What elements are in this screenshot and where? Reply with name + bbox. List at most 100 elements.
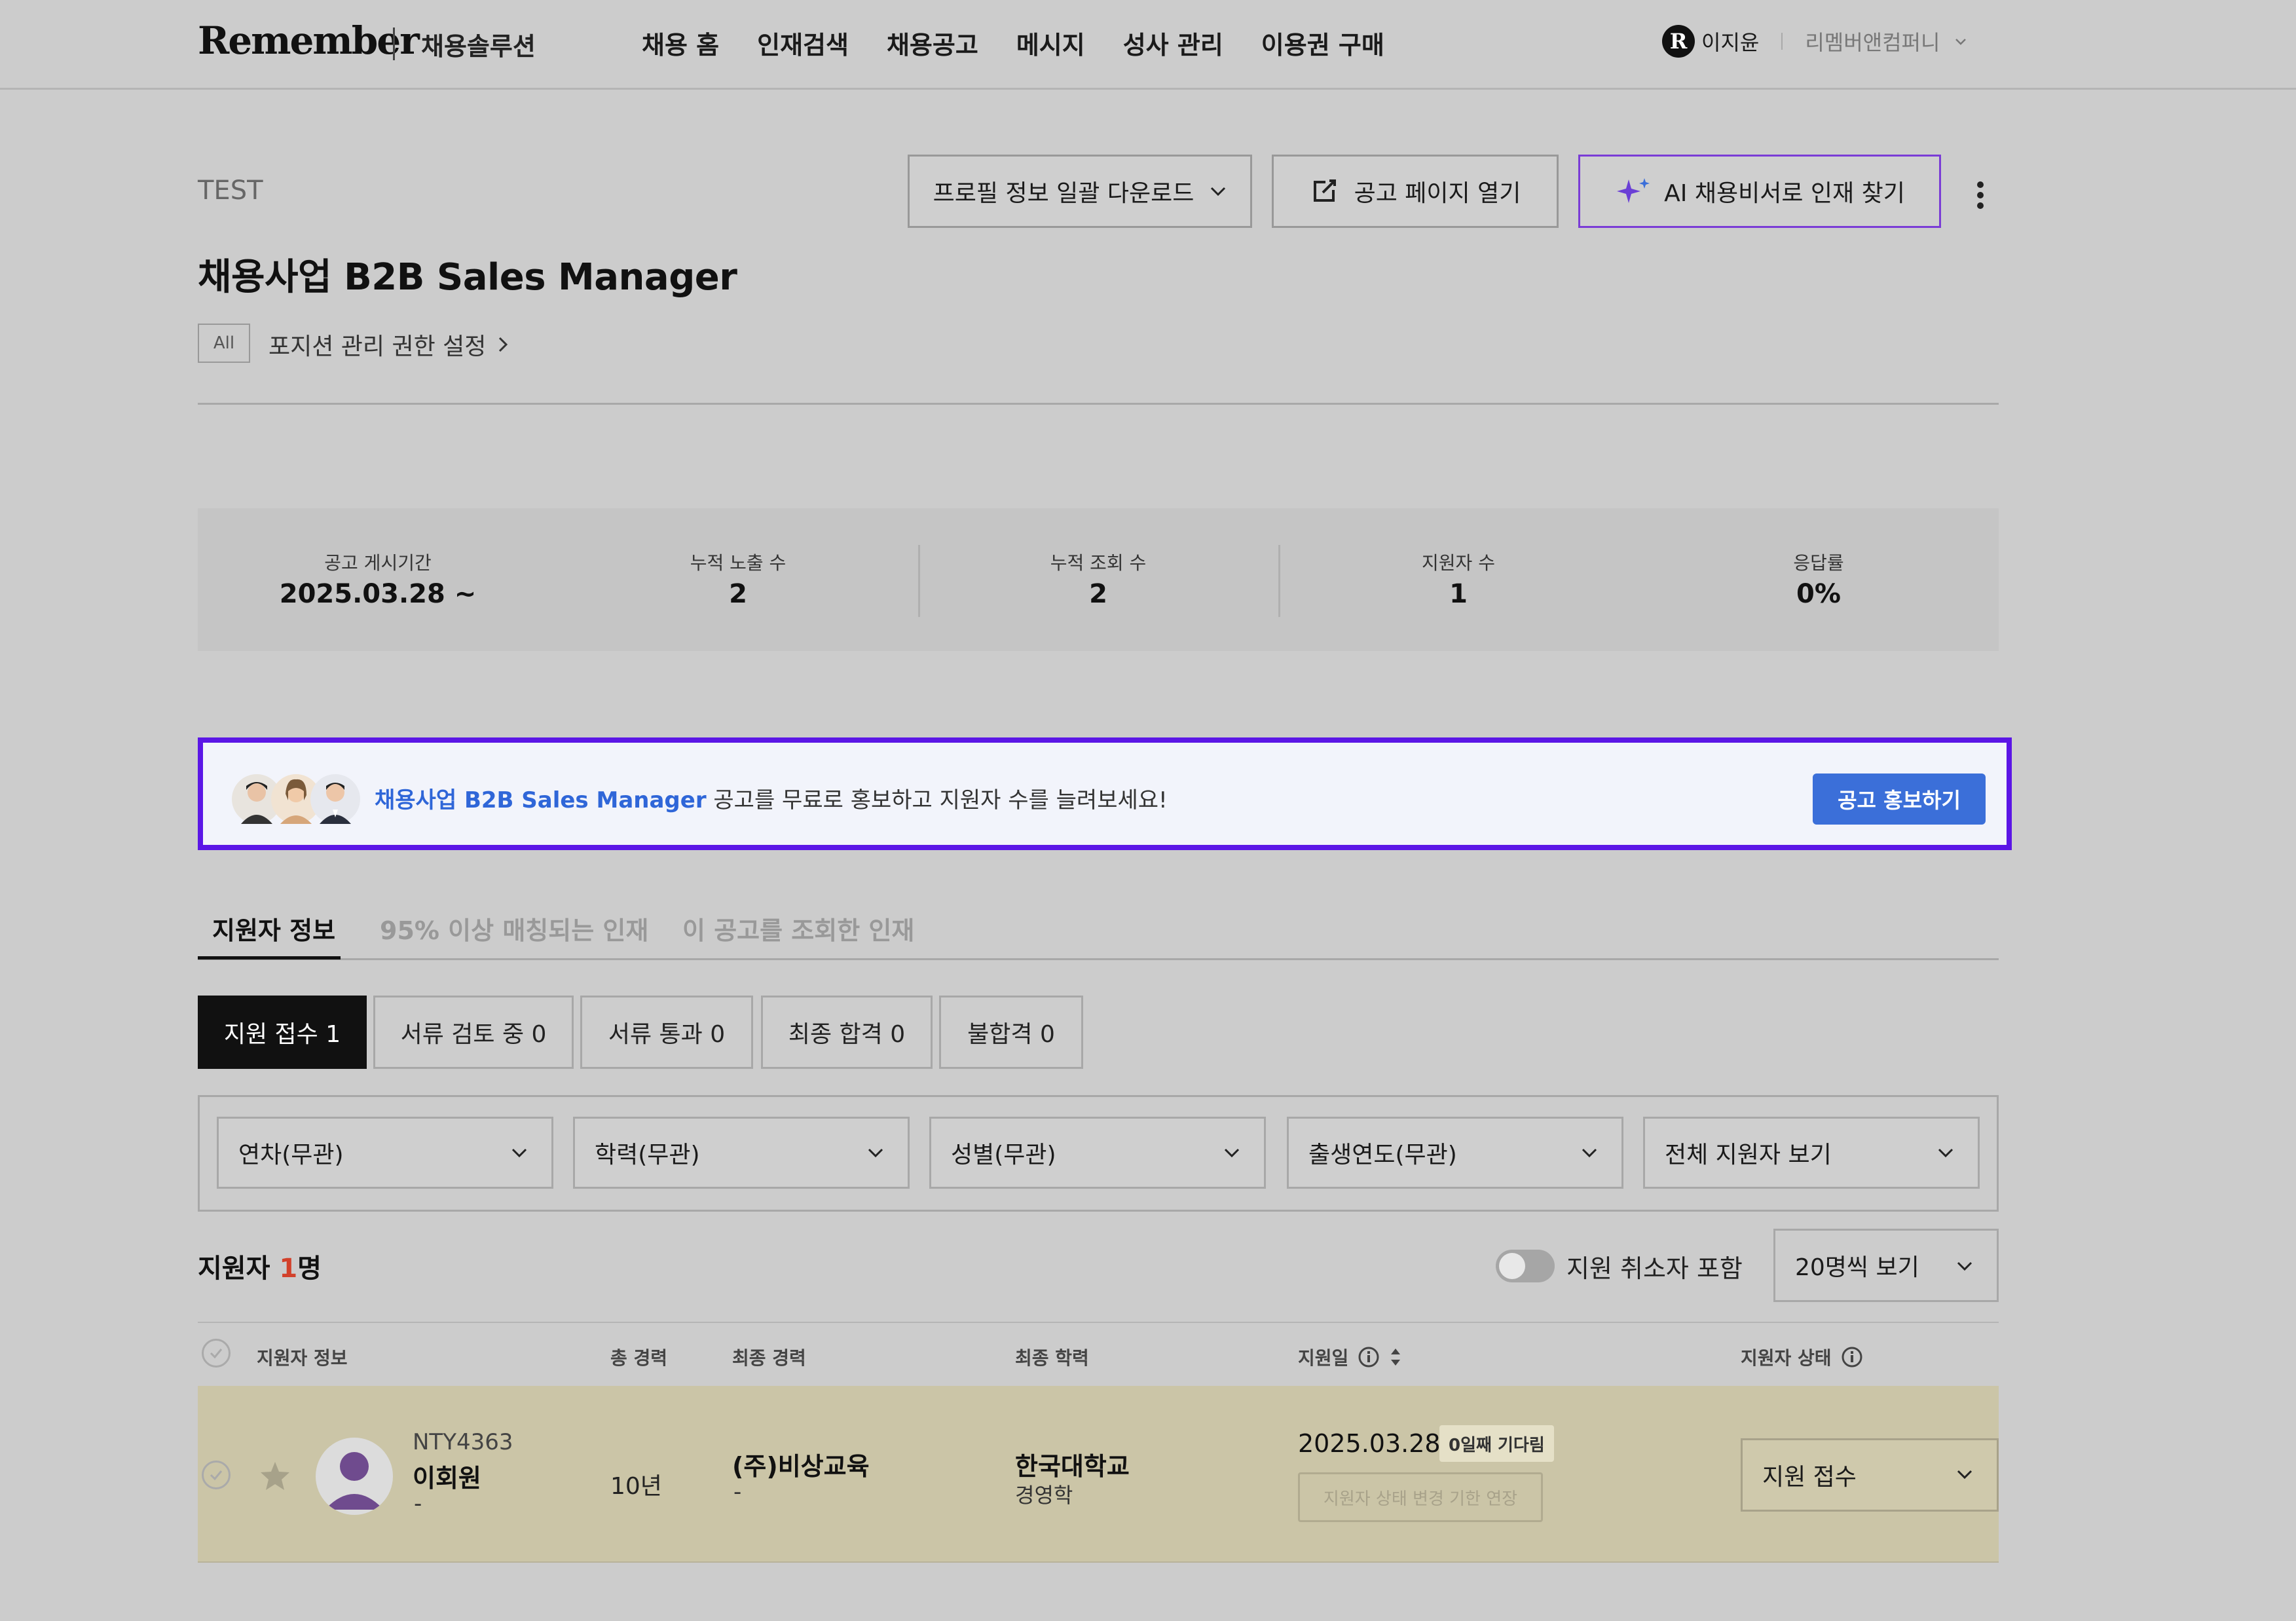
tab-viewed-talent[interactable]: 이 공고를 조회한 인재	[682, 910, 914, 946]
user-divider	[1781, 33, 1783, 50]
open-job-page-button[interactable]: 공고 페이지 열기	[1272, 155, 1559, 228]
avatar	[316, 1438, 393, 1515]
stat-views: 누적 조회 수 2	[918, 508, 1278, 651]
people-avatars-icon	[232, 774, 360, 824]
info-icon[interactable]	[1841, 1346, 1863, 1368]
select-all-checkbox[interactable]	[202, 1339, 231, 1368]
chevron-down-icon	[1957, 1261, 1972, 1271]
chevron-down-icon	[1211, 187, 1226, 196]
status-chip-rejected[interactable]: 불합격 0	[939, 996, 1083, 1069]
ai-recruiter-button[interactable]: AI 채용비서로 인재 찾기	[1578, 155, 1941, 228]
stats-panel: 공고 게시기간 2025.03.28 ~ 누적 노출 수 2 누적 조회 수 2…	[198, 508, 1999, 651]
chevron-down-icon	[868, 1148, 883, 1158]
applicant-count-number: 1	[279, 1254, 298, 1284]
stat-label: 누적 노출 수	[690, 552, 787, 574]
applicant-table-header: 지원자 정보 총 경력 최종 경력 최종 학력 지원일 지원자 상태	[198, 1322, 1999, 1385]
applied-date: 2025.03.28	[1298, 1429, 1441, 1458]
last-job-position: -	[733, 1479, 742, 1505]
sort-icon[interactable]	[1389, 1346, 1402, 1368]
stat-value: 2	[1089, 579, 1107, 609]
applicant-count: 지원자 1명	[198, 1247, 322, 1285]
filter-education[interactable]: 학력(무관)	[573, 1117, 910, 1189]
chevron-down-icon	[1224, 1148, 1240, 1158]
applicant-tabs: 지원자 정보 95% 이상 매칭되는 인재 이 공고를 조회한 인재	[198, 904, 1999, 960]
info-icon[interactable]	[1358, 1346, 1380, 1368]
toggle-knob	[1499, 1253, 1525, 1279]
status-chip-passed[interactable]: 서류 통과 0	[580, 996, 753, 1069]
job-category-label: TEST	[198, 176, 263, 206]
status-chip-final[interactable]: 최종 합격 0	[761, 996, 933, 1069]
user-name: 이지윤	[1701, 30, 1760, 55]
stat-impressions: 누적 노출 수 2	[558, 508, 918, 651]
applicant-count-suffix: 명	[297, 1254, 322, 1284]
promote-job-button[interactable]: 공고 홍보하기	[1813, 773, 1986, 825]
filter-experience[interactable]: 연차(무관)	[217, 1117, 553, 1189]
permission-badge: All	[198, 324, 250, 363]
user-avatar-icon: R	[1662, 25, 1695, 58]
nav-item-talent-search[interactable]: 인재검색	[757, 25, 849, 61]
sparkle-icon	[1617, 178, 1650, 203]
nav-item-hire-management[interactable]: 성사 관리	[1123, 25, 1223, 61]
user-menu[interactable]: R 이지윤 리멤버앤컴퍼니	[1662, 25, 1967, 58]
filter-bar: 연차(무관) 학력(무관) 성별(무관) 출생연도(무관) 전체 지원자 보기	[198, 1095, 1999, 1212]
chevron-right-icon	[499, 337, 508, 352]
filter-gender-value: 성별(무관)	[951, 1142, 1056, 1168]
stat-value: 0%	[1796, 579, 1841, 609]
chevron-down-icon	[1938, 1148, 1953, 1158]
remember-logo[interactable]: Remember	[198, 18, 420, 63]
promo-body-text: 공고를 무료로 홍보하고 지원자 수를 늘려보세요!	[706, 787, 1168, 813]
wait-days-badge: 0일째 기다림	[1439, 1425, 1554, 1462]
filter-birth-year-value: 출생연도(무관)	[1308, 1142, 1457, 1168]
chevron-down-icon	[511, 1148, 527, 1158]
tab-matched-talent[interactable]: 95% 이상 매칭되는 인재	[380, 910, 648, 946]
nav-item-purchase[interactable]: 이용권 구매	[1261, 25, 1384, 61]
chevron-down-icon	[1955, 39, 1967, 45]
row-checkbox[interactable]	[202, 1461, 231, 1489]
filter-applicant-view[interactable]: 전체 지원자 보기	[1643, 1117, 1980, 1189]
col-applicant-status: 지원자 상태	[1741, 1344, 1863, 1370]
external-link-icon	[1313, 179, 1336, 202]
nav-item-recruit-home[interactable]: 채용 홈	[642, 25, 719, 61]
applicant-count-prefix: 지원자	[198, 1254, 280, 1284]
filter-education-value: 학력(무관)	[595, 1142, 700, 1168]
chevron-down-icon	[1957, 1470, 1972, 1480]
nav-item-messages[interactable]: 메시지	[1016, 25, 1085, 61]
bulk-download-button[interactable]: 프로필 정보 일괄 다운로드	[908, 155, 1252, 228]
include-cancelled-label: 지원 취소자 포함	[1566, 1254, 1743, 1283]
chevron-down-icon	[1582, 1148, 1597, 1158]
stat-value: 2	[729, 579, 747, 609]
promo-job-link[interactable]: 채용사업 B2B Sales Manager	[375, 787, 707, 813]
total-career: 10년	[610, 1473, 662, 1500]
ai-recruiter-label: AI 채용비서로 인재 찾기	[1664, 180, 1905, 207]
extend-deadline-button[interactable]: 지원자 상태 변경 기한 연장	[1298, 1472, 1543, 1522]
check-circle-icon	[202, 1339, 231, 1368]
status-chip-reviewing[interactable]: 서류 검토 중 0	[373, 996, 574, 1069]
company-name: 리멤버앤컴퍼니	[1805, 30, 1940, 55]
table-row[interactable]: NTY4363 이회원 - 10년 (주)비상교육 - 한국대학교 경영학 20…	[198, 1386, 1999, 1563]
promo-banner: 채용사업 B2B Sales Manager 공고를 무료로 홍보하고 지원자 …	[198, 737, 2012, 850]
filter-birth-year[interactable]: 출생연도(무관)	[1287, 1117, 1623, 1189]
more-options-icon[interactable]	[1972, 179, 1988, 211]
major-name: 경영학	[1015, 1483, 1073, 1508]
tab-applicant-info[interactable]: 지원자 정보	[212, 910, 335, 946]
active-tab-indicator	[198, 956, 341, 960]
nav-item-job-posts[interactable]: 채용공고	[887, 25, 978, 61]
col-applied-date[interactable]: 지원일	[1298, 1344, 1402, 1370]
include-cancelled-toggle[interactable]	[1496, 1250, 1555, 1282]
stat-label: 지원자 수	[1422, 552, 1495, 574]
filter-experience-value: 연차(무관)	[238, 1142, 344, 1168]
applicant-status-select[interactable]: 지원 접수	[1741, 1438, 1999, 1512]
permission-settings-link[interactable]: 포지션 관리 권한 설정	[268, 327, 508, 362]
col-last-job: 최종 경력	[732, 1347, 806, 1369]
per-page-select[interactable]: 20명씩 보기	[1773, 1229, 1999, 1302]
status-chip-received[interactable]: 지원 접수 1	[198, 996, 367, 1069]
stat-value: 1	[1449, 579, 1468, 609]
stat-posting-period: 공고 게시기간 2025.03.28 ~	[198, 508, 558, 651]
star-icon[interactable]	[259, 1461, 291, 1491]
last-job-company: (주)비상교육	[732, 1452, 870, 1481]
applicant-status-value: 지원 접수	[1762, 1464, 1857, 1491]
filter-gender[interactable]: 성별(무관)	[929, 1117, 1266, 1189]
open-job-page-label: 공고 페이지 열기	[1354, 180, 1521, 207]
header-divider	[198, 403, 1999, 405]
applicant-name[interactable]: 이회원	[413, 1458, 481, 1494]
